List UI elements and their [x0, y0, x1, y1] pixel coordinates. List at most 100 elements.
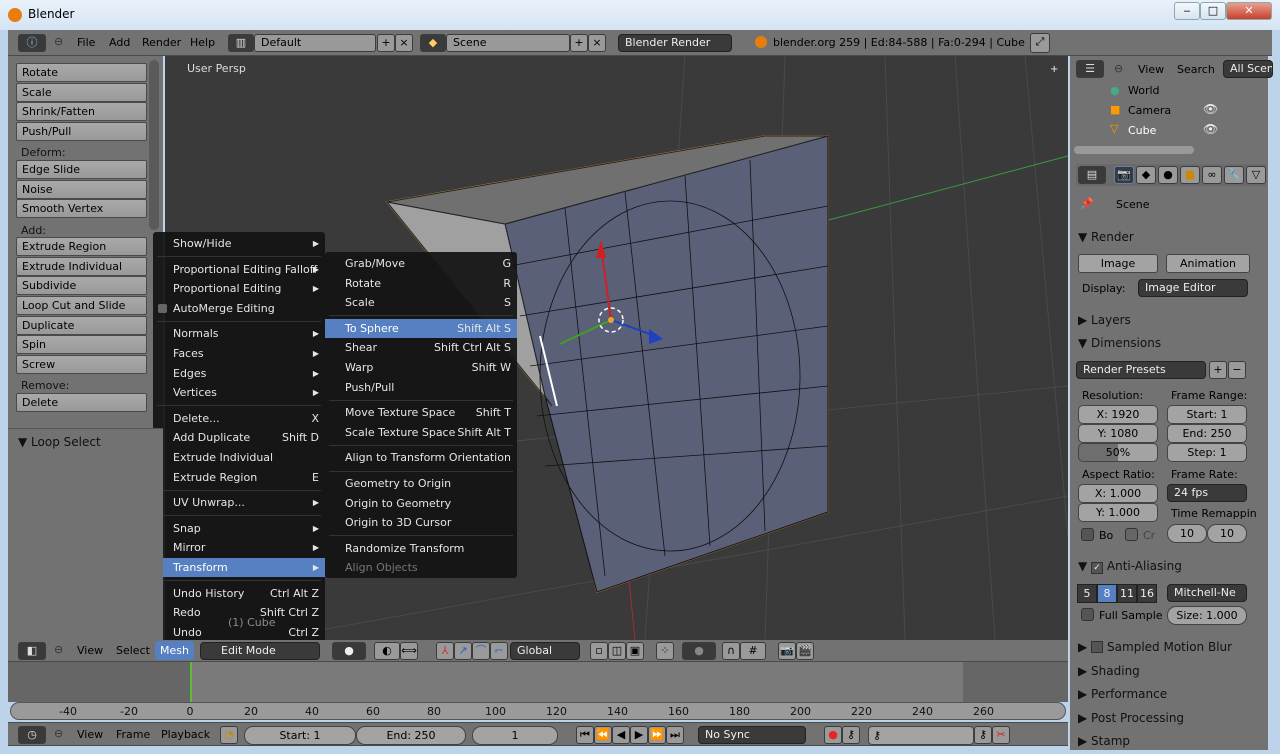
crop-checkbox[interactable] [1125, 528, 1138, 541]
fullscreen-icon[interactable]: ⤢ [1030, 33, 1050, 53]
pivot-point-icon[interactable]: ◐ [374, 642, 400, 660]
tool-button-loop-cut-and-slide[interactable]: Loop Cut and Slide [16, 296, 147, 315]
screen-layout-icon[interactable]: ▥ [228, 34, 254, 52]
tool-button-noise[interactable]: Noise [16, 179, 147, 199]
menu-item-automerge-editing[interactable]: AutoMerge Editing [153, 299, 325, 318]
border-checkbox[interactable] [1081, 528, 1094, 541]
add-preset-icon[interactable]: + [1209, 361, 1227, 379]
outliner-item-camera[interactable]: Camera [1128, 104, 1171, 117]
menu-item-mirror[interactable]: Mirror ▶ [153, 538, 325, 557]
frame-rate-select[interactable]: 24 fps [1167, 484, 1247, 502]
timeline-end-field[interactable]: End: 250 [356, 726, 466, 745]
render-tab-icon[interactable]: 📷 [1114, 166, 1134, 184]
frame-start-field[interactable]: Start: 1 [1167, 405, 1247, 424]
scene-tab-icon[interactable]: ◆ [1136, 166, 1156, 184]
panel-performance-header[interactable]: ▶ Performance [1078, 687, 1167, 701]
menu-help[interactable]: Help [190, 36, 215, 49]
tool-button-extrude-region[interactable]: Extrude Region [16, 237, 147, 257]
render-opengl-icon[interactable]: 📷 [778, 642, 796, 660]
panel-shading-header[interactable]: ▶ Shading [1078, 664, 1140, 678]
delete-layout-icon[interactable]: × [395, 34, 413, 52]
object-tab-icon[interactable]: ■ [1180, 166, 1200, 184]
menu-item-add-duplicate[interactable]: Add Duplicate Shift D [153, 428, 325, 447]
tool-shelf-scrollbar[interactable] [149, 60, 159, 230]
scene-icon[interactable]: ◆ [420, 34, 446, 52]
manipulator-toggle-icon[interactable]: ⟺ [400, 642, 418, 660]
menu-item-vertices[interactable]: Vertices ▶ [153, 383, 325, 402]
proportional-editing-icon[interactable]: ● [682, 642, 716, 660]
collapse-icon[interactable]: ⊖ [54, 643, 63, 656]
manipulator-scale-icon[interactable]: ⌐ [490, 642, 508, 660]
checkbox[interactable] [158, 303, 167, 313]
timeline-start-field[interactable]: Start: 1 [244, 726, 356, 745]
resolution-percent-slider[interactable]: 50% [1078, 443, 1158, 462]
frame-end-field[interactable]: End: 250 [1167, 424, 1247, 443]
menu-view[interactable]: View [77, 644, 103, 657]
jump-start-icon[interactable]: ⏮ [576, 726, 594, 744]
remove-preset-icon[interactable]: − [1228, 361, 1246, 379]
manipulator-translate-icon[interactable]: ⅄ [436, 642, 454, 660]
face-select-icon[interactable]: ▣ [626, 642, 644, 660]
tool-button-extrude-individual[interactable]: Extrude Individual [16, 256, 147, 276]
editor-type-info-icon[interactable]: ⓘ [18, 34, 46, 52]
vertex-select-icon[interactable]: ▫ [590, 642, 608, 660]
tool-button-push-pull[interactable]: Push/Pull [16, 121, 147, 141]
editor-type-timeline-icon[interactable]: ◷ [18, 726, 46, 744]
timeline-menu-frame[interactable]: Frame [116, 728, 150, 741]
play-reverse-icon[interactable]: ◀ [612, 726, 630, 744]
sync-mode-select[interactable]: No Sync [698, 726, 806, 744]
maximize-button[interactable]: □ [1200, 2, 1226, 20]
keying-icon[interactable]: ⚷ [842, 726, 860, 744]
menu-item-proportional-editing-falloff[interactable]: Proportional Editing Falloff ▶ [153, 260, 325, 279]
panel-sampled-motion-blur-header[interactable]: ▶ Sampled Motion Blur [1078, 640, 1232, 654]
viewport-shading-icon[interactable]: ● [332, 642, 366, 660]
mode-select[interactable]: Edit Mode [200, 642, 320, 660]
timeline-area[interactable] [8, 662, 1068, 702]
timeline-scrollbar[interactable] [10, 702, 1066, 720]
collapse-icon[interactable]: ⊖ [54, 35, 63, 48]
aspect-y-field[interactable]: Y: 1.000 [1078, 503, 1158, 522]
snap-icon[interactable]: ∩ [722, 642, 740, 660]
menu-mesh[interactable]: Mesh [155, 641, 194, 660]
world-tab-icon[interactable]: ● [1158, 166, 1178, 184]
keying-set-field[interactable]: ⚷ [868, 726, 974, 745]
modifiers-tab-icon[interactable]: 🔧 [1224, 166, 1244, 184]
collapse-icon[interactable]: ⊖ [1114, 62, 1123, 75]
menu-item-scale[interactable]: Scale S [325, 293, 517, 312]
menu-render[interactable]: Render [142, 36, 181, 49]
display-select[interactable]: Image Editor [1138, 279, 1248, 297]
minimize-button[interactable]: ‒ [1174, 2, 1200, 20]
collapse-icon[interactable]: ⊖ [54, 727, 63, 740]
menu-item-edges[interactable]: Edges ▶ [153, 364, 325, 383]
menu-item-normals[interactable]: Normals ▶ [153, 324, 325, 343]
menu-item-undo-history[interactable]: Undo History Ctrl Alt Z [153, 584, 325, 603]
properties-type-icon[interactable]: ▤ [1078, 166, 1106, 184]
antialiasing-checkbox[interactable]: ✓ [1091, 562, 1104, 574]
menu-item-randomize-transform[interactable]: Randomize Transform [325, 539, 517, 558]
editor-type-3dview-icon[interactable]: ◧ [18, 642, 46, 660]
menu-item-extrude-individual[interactable]: Extrude Individual [153, 448, 325, 467]
manipulator-move-icon[interactable]: ↗ [454, 642, 472, 660]
resolution-x-field[interactable]: X: 1920 [1078, 405, 1158, 424]
data-tab-icon[interactable]: ▽ [1246, 166, 1266, 184]
timeline-menu-playback[interactable]: Playback [161, 728, 210, 741]
menu-item-snap[interactable]: Snap ▶ [153, 519, 325, 538]
render-animation-button[interactable]: Animation [1166, 254, 1250, 273]
tool-button-spin[interactable]: Spin [16, 335, 147, 355]
viewport-expand-icon[interactable]: + [1050, 64, 1058, 75]
outliner-menu-search[interactable]: Search [1177, 63, 1215, 76]
timeline-menu-view[interactable]: View [77, 728, 103, 741]
outliner-scrollbar[interactable] [1074, 146, 1194, 154]
render-image-button[interactable]: Image [1078, 254, 1158, 273]
scene-field[interactable]: Scene [446, 34, 570, 52]
tool-button-screw[interactable]: Screw [16, 354, 147, 374]
add-layout-icon[interactable]: + [377, 34, 395, 52]
menu-item-shear[interactable]: Shear Shift Ctrl Alt S [325, 338, 517, 357]
menu-item-scale-texture-space[interactable]: Scale Texture Space Shift Alt T [325, 423, 517, 442]
render-presets-select[interactable]: Render Presets [1076, 361, 1206, 379]
transform-orientation-select[interactable]: Global [510, 642, 580, 660]
tool-button-delete[interactable]: Delete [16, 392, 147, 412]
current-frame-field[interactable]: 1 [472, 726, 558, 745]
add-scene-icon[interactable]: + [570, 34, 588, 52]
menu-item-origin-to-3d-cursor[interactable]: Origin to 3D Cursor [325, 513, 517, 532]
